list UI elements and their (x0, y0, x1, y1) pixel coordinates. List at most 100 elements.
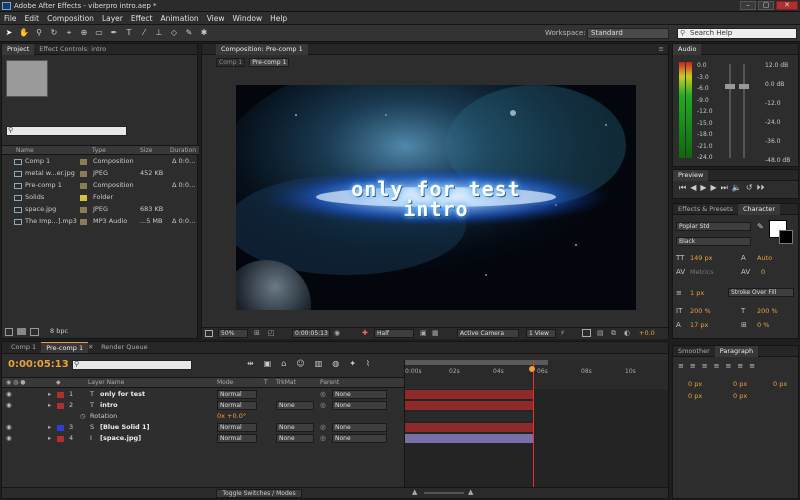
parent-pickwhip-icon[interactable]: ◎ (320, 433, 326, 444)
views-select[interactable]: 1 View (526, 329, 556, 338)
layer-parent-select[interactable]: None (332, 423, 387, 432)
col-mode[interactable]: Mode (217, 378, 233, 388)
layer-parent-select[interactable]: None (332, 390, 387, 399)
stroke-color-swatch[interactable] (779, 230, 793, 244)
track-bar-1[interactable] (405, 390, 533, 399)
live-update-icon[interactable]: ▣ (264, 359, 272, 368)
tsume-value[interactable]: 0 % (757, 321, 769, 329)
parent-pickwhip-icon[interactable]: ◎ (320, 422, 326, 433)
zoom-slider[interactable] (424, 492, 464, 494)
graph-editor-icon[interactable]: ⌇ (366, 359, 370, 368)
rotate-tool-icon[interactable]: ↻ (48, 27, 60, 39)
playhead-marker[interactable] (529, 366, 535, 372)
font-size-value[interactable]: 149 px (690, 254, 712, 262)
menu-help[interactable]: Help (266, 14, 291, 23)
font-style-select[interactable]: Black (676, 237, 751, 246)
col-layer-name[interactable]: Layer Name (88, 378, 124, 388)
tab-project[interactable]: Project (2, 43, 35, 55)
tab-precomp1[interactable]: Pre-comp 1 (41, 342, 89, 353)
roto-brush-icon[interactable]: ✎ (183, 27, 195, 39)
menu-edit[interactable]: Edit (21, 14, 44, 23)
parent-pickwhip-icon[interactable]: ◎ (320, 389, 326, 400)
space-before-value[interactable]: 0 px (688, 392, 702, 400)
project-item[interactable]: space.jpg JPEG 683 KB (2, 204, 199, 215)
ram-preview-icon[interactable]: ⏵⏵ (757, 183, 765, 193)
tab-render-queue[interactable]: Render Queue (96, 342, 153, 353)
eye-icon[interactable]: ◉ (6, 389, 12, 400)
eye-icon[interactable]: ◉ (6, 400, 12, 411)
pen-tool-icon[interactable]: ✒ (108, 27, 120, 39)
align-center-icon[interactable]: ≡ (690, 362, 696, 370)
brush-tool-icon[interactable]: ⁄ (138, 27, 150, 39)
reset-exposure-icon[interactable]: ◐ (624, 329, 630, 337)
col-t[interactable]: T (264, 378, 268, 388)
zoom-select[interactable]: 50% (218, 329, 248, 338)
fader-handle-right[interactable] (739, 84, 749, 89)
work-area-bar[interactable] (405, 360, 548, 365)
workspace-select[interactable]: Standard (587, 28, 669, 39)
layer-name[interactable]: only for test (100, 389, 145, 400)
color-depth-label[interactable]: 8 bpc (50, 327, 68, 335)
layer-mode-select[interactable]: Normal (217, 401, 257, 410)
project-item[interactable]: metal w...er.jpg JPEG 452 KB (2, 168, 199, 179)
eyedropper-icon[interactable]: ✎ (757, 222, 764, 231)
track-bar-2[interactable] (405, 401, 533, 410)
indent-left-value[interactable]: 0 px (688, 380, 702, 388)
expand-triangle-icon[interactable]: ▸ (48, 389, 51, 400)
tab-smoother[interactable]: Smoother (673, 346, 715, 357)
timeline-timecode[interactable]: 0:00:05:13 (8, 359, 69, 370)
layer-row[interactable]: ◉ ▸ 3 S [Blue Solid 1] Normal None ◎ None (2, 422, 404, 433)
maximize-button[interactable]: ▢ (758, 1, 774, 10)
col-duration[interactable]: Duration (170, 146, 196, 155)
rectangle-tool-icon[interactable]: ▭ (93, 27, 105, 39)
panel-menu-icon[interactable]: ≡ (659, 45, 664, 53)
fast-preview-icon[interactable]: ⚡ (560, 329, 565, 337)
exposure-value[interactable]: +0.0 (639, 329, 655, 337)
parent-pickwhip-icon[interactable]: ◎ (320, 400, 326, 411)
project-item[interactable]: Pre-comp 1 Composition Δ 0:0… (2, 180, 199, 191)
pan-behind-tool-icon[interactable]: ⊕ (78, 27, 90, 39)
hand-tool-icon[interactable]: ✋ (18, 27, 30, 39)
new-comp-icon[interactable] (30, 328, 39, 336)
tab-preview[interactable]: Preview (673, 169, 709, 181)
frame-blend-icon[interactable]: ▥ (315, 359, 323, 368)
layer-trkmat-select[interactable]: None (276, 434, 314, 443)
col-trkmat[interactable]: TrkMat (276, 378, 296, 388)
layer-mode-select[interactable]: Normal (217, 434, 257, 443)
menu-composition[interactable]: Composition (43, 14, 98, 23)
toggle-transparency-icon[interactable] (582, 329, 591, 337)
always-preview-icon[interactable] (205, 330, 213, 337)
camera-select[interactable]: Active Camera (457, 329, 519, 338)
rotation-value[interactable]: 0x +0.0° (217, 411, 246, 422)
draft-3d-icon[interactable]: ⌂ (281, 359, 286, 368)
audio-fader-right[interactable] (743, 64, 745, 158)
layer-name[interactable]: intro (100, 400, 118, 411)
eye-icon[interactable]: ◉ (6, 422, 12, 433)
layer-label-swatch[interactable] (57, 403, 64, 409)
clone-tool-icon[interactable]: ⊥ (153, 27, 165, 39)
layer-mode-select[interactable]: Normal (217, 390, 257, 399)
timeline-icon[interactable]: ▤ (597, 329, 604, 337)
layer-label-swatch[interactable] (57, 392, 64, 398)
rotation-property-row[interactable]: ◷ Rotation 0x +0.0° (2, 411, 404, 422)
align-left-icon[interactable]: ≡ (678, 362, 684, 370)
mask-icon[interactable]: ◰ (268, 329, 275, 337)
col-parent[interactable]: Parent (320, 378, 339, 388)
menu-window[interactable]: Window (229, 14, 267, 23)
roi-icon[interactable]: ▣ (420, 329, 427, 337)
font-family-select[interactable]: Poplar Std (676, 222, 751, 231)
new-folder-icon[interactable] (17, 328, 26, 335)
play-icon[interactable]: ▶ (700, 183, 706, 193)
item-label-swatch[interactable] (80, 183, 87, 189)
tab-paragraph[interactable]: Paragraph (714, 345, 759, 357)
justify-right-icon[interactable]: ≡ (737, 362, 743, 370)
layer-label-swatch[interactable] (57, 425, 64, 431)
current-time-display[interactable]: 0:00:05:13 (292, 329, 330, 338)
motion-blur-icon[interactable]: ◍ (332, 359, 339, 368)
menu-file[interactable]: File (0, 14, 21, 23)
minimize-button[interactable]: – (740, 1, 756, 10)
resolution-select[interactable]: Half (374, 329, 414, 338)
item-label-swatch[interactable] (80, 219, 87, 225)
justify-left-icon[interactable]: ≡ (714, 362, 720, 370)
prev-frame-icon[interactable]: ◀ (690, 183, 696, 193)
